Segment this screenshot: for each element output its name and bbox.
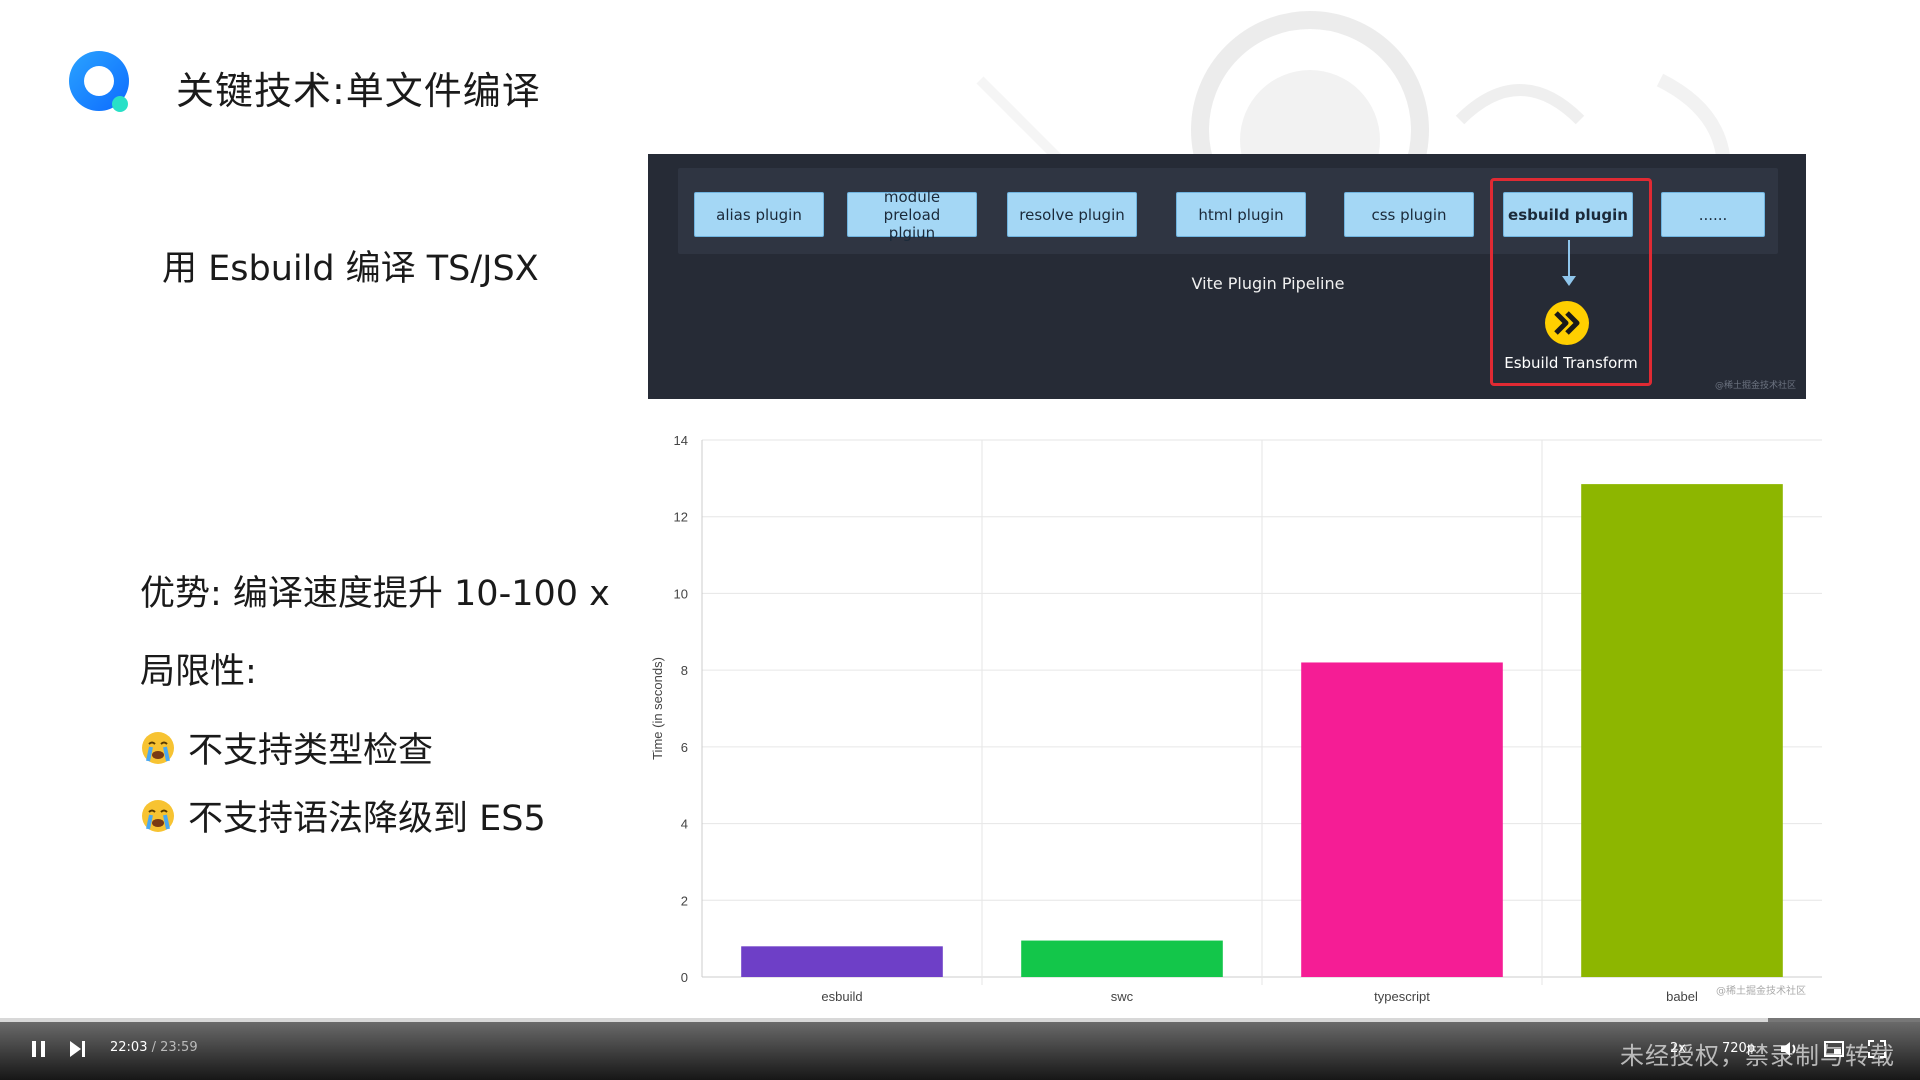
esbuild-logo-icon: [1545, 301, 1589, 345]
y-tick-label: 4: [681, 817, 688, 832]
plugin-css: css plugin: [1344, 192, 1474, 237]
y-tick-label: 10: [674, 586, 688, 601]
x-tick-label: babel: [1666, 989, 1698, 1004]
speed-button[interactable]: 2x: [1670, 1041, 1686, 1056]
y-tick-label: 12: [674, 510, 688, 525]
lead-text: 用 Esbuild 编译 TS/JSX: [162, 249, 539, 289]
plugin-html: html plugin: [1176, 192, 1306, 237]
crying-face-icon: [142, 799, 174, 832]
x-tick-label: esbuild: [821, 989, 862, 1004]
y-tick-label: 14: [674, 433, 688, 448]
bar-esbuild: [741, 946, 943, 977]
limitation-text: 不支持类型检查: [188, 731, 434, 771]
progress-fill: [0, 1018, 1769, 1022]
total-time: / 23:59: [151, 1040, 198, 1055]
bar-babel: [1581, 484, 1783, 977]
limitation-text: 不支持语法降级到 ES5: [188, 799, 546, 839]
fullscreen-icon[interactable]: [1866, 1038, 1888, 1060]
y-axis-label: Time (in seconds): [650, 657, 665, 760]
plugin-resolve: resolve plugin: [1007, 192, 1137, 237]
crying-face-icon: [142, 731, 174, 764]
limitation-item: 不支持类型检查: [140, 722, 433, 773]
picture-in-picture-icon[interactable]: [1823, 1038, 1845, 1060]
x-tick-label: typescript: [1374, 989, 1430, 1004]
pipeline-label: Vite Plugin Pipeline: [1191, 274, 1345, 293]
next-icon[interactable]: [66, 1038, 88, 1060]
chart-watermark: @稀土掘金技术社区: [1716, 986, 1806, 997]
app-logo-icon: [69, 51, 129, 112]
transform-arrow-head: [1562, 276, 1576, 286]
y-tick-label: 2: [681, 893, 688, 908]
pipeline-watermark: @稀土掘金技术社区: [1714, 381, 1796, 391]
time-display: 22:03 / 23:59: [110, 1040, 198, 1055]
slide-title: 关键技术:单文件编译: [176, 69, 541, 113]
limitation-label: 局限性:: [140, 652, 257, 692]
plugin-module-preload: module preload plgiun: [847, 188, 977, 242]
plugin-more: ......: [1661, 192, 1765, 237]
current-time: 22:03: [110, 1040, 148, 1055]
y-tick-label: 6: [681, 740, 688, 755]
compile-time-bar-chart: 0 2 4 6 8 10 12 14 esbuild swc typescript babel Time…: [650, 433, 1822, 1004]
x-tick-label: swc: [1111, 989, 1134, 1004]
volume-icon[interactable]: [1778, 1038, 1800, 1060]
vite-plugin-pipeline-diagram: alias plugin module preload plgiun resol…: [648, 154, 1806, 399]
bar-typescript: [1301, 662, 1503, 977]
y-tick-label: 8: [681, 663, 688, 678]
advantage-text: 优势: 编译速度提升 10-100 x: [140, 574, 610, 614]
limitation-item: 不支持语法降级到 ES5: [140, 790, 546, 841]
pause-icon[interactable]: [28, 1038, 50, 1060]
bar-swc: [1021, 940, 1223, 977]
transform-arrow: [1568, 240, 1570, 280]
slide: 关键技术:单文件编译 用 Esbuild 编译 TS/JSX 优势: 编译速度提…: [0, 0, 1920, 1080]
esbuild-transform-label: Esbuild Transform: [1504, 354, 1638, 372]
y-tick-label: 0: [681, 970, 688, 985]
progress-bar[interactable]: [0, 1018, 1920, 1022]
quality-button[interactable]: 720p: [1722, 1041, 1755, 1056]
plugin-alias: alias plugin: [694, 192, 824, 237]
copyright-watermark: 未经授权，禁录制与转载: [1620, 1042, 1895, 1070]
